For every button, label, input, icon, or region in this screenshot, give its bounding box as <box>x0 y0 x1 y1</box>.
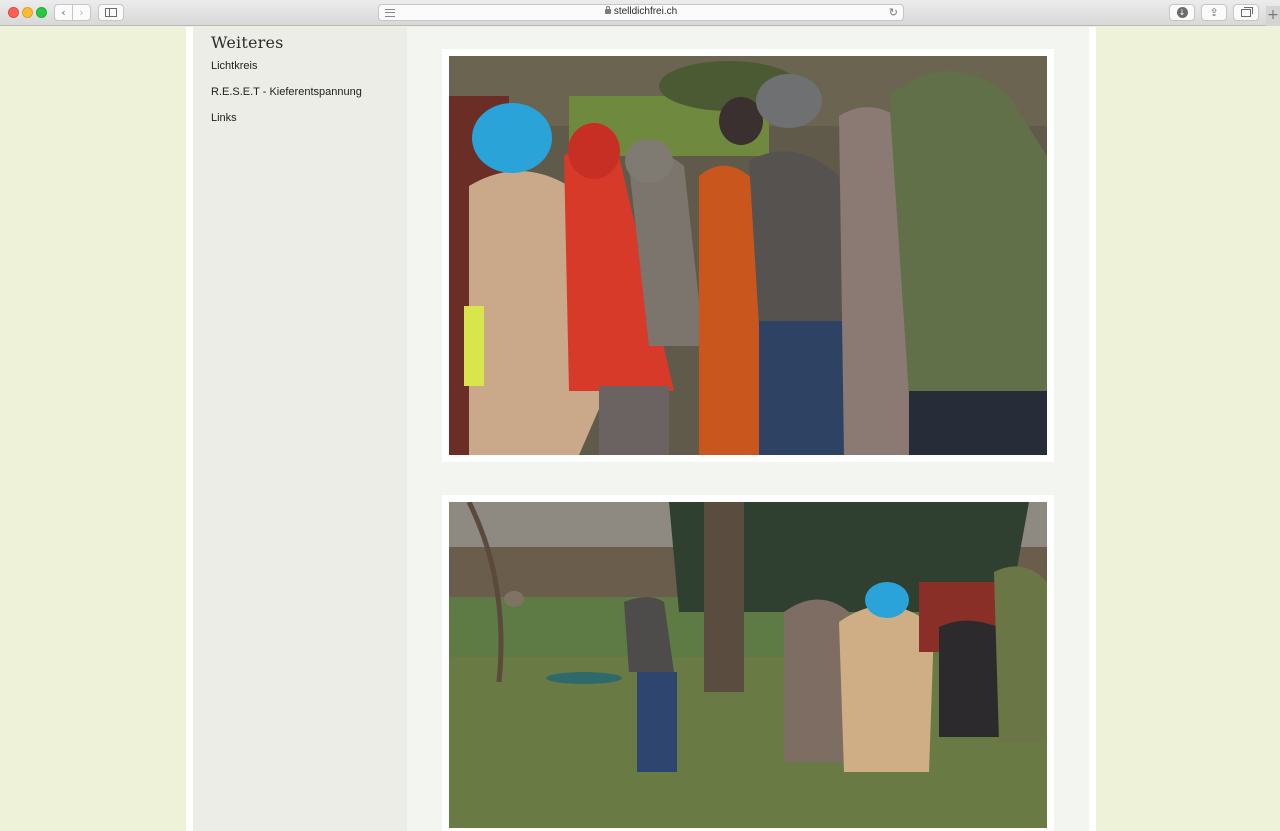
sidebar-link-lichtkreis[interactable]: Lichtkreis <box>211 60 407 72</box>
url-text: stelldichfrei.ch <box>613 6 678 17</box>
share-button[interactable]: ⇪ <box>1201 4 1227 21</box>
chevron-left-icon: ‹ <box>61 6 66 19</box>
sidebar-heading: Weiteres <box>211 33 284 52</box>
reload-icon[interactable]: ↻ <box>889 6 898 19</box>
sidebar-link-links[interactable]: Links <box>211 112 407 124</box>
sidebar: Weiteres Lichtkreis R.E.S.E.T - Kieferen… <box>193 27 407 831</box>
group-photo <box>449 56 1047 455</box>
lock-icon <box>604 6 611 14</box>
downloads-button[interactable]: ↓ <box>1169 4 1195 21</box>
download-icon: ↓ <box>1176 7 1188 18</box>
close-window-button[interactable] <box>8 7 19 18</box>
tabs-icon <box>1241 6 1253 17</box>
plus-icon: + <box>1267 7 1279 23</box>
chevron-right-icon: › <box>79 6 84 19</box>
sidebar-icon <box>105 8 117 17</box>
browser-toolbar: ‹ › stelldichfrei.ch ↻ ↓ ⇪ + <box>0 0 1280 26</box>
photo-card <box>442 49 1054 462</box>
minimize-window-button[interactable] <box>22 7 33 18</box>
back-button[interactable]: ‹ <box>54 4 73 21</box>
field-photo <box>449 502 1047 828</box>
main-content <box>407 27 1089 831</box>
photo-card <box>442 495 1054 831</box>
address-bar[interactable]: stelldichfrei.ch ↻ <box>378 4 904 21</box>
new-tab-button[interactable]: + <box>1266 6 1280 26</box>
sidebar-link-reset[interactable]: R.E.S.E.T - Kieferentspannung <box>211 86 407 98</box>
tab-overview-button[interactable] <box>1233 4 1259 21</box>
fullscreen-window-button[interactable] <box>36 7 47 18</box>
share-icon: ⇪ <box>1209 6 1219 19</box>
forward-button[interactable]: › <box>72 4 91 21</box>
page-container: Weiteres Lichtkreis R.E.S.E.T - Kieferen… <box>186 27 1096 831</box>
sidebar-toggle-button[interactable] <box>98 4 124 21</box>
